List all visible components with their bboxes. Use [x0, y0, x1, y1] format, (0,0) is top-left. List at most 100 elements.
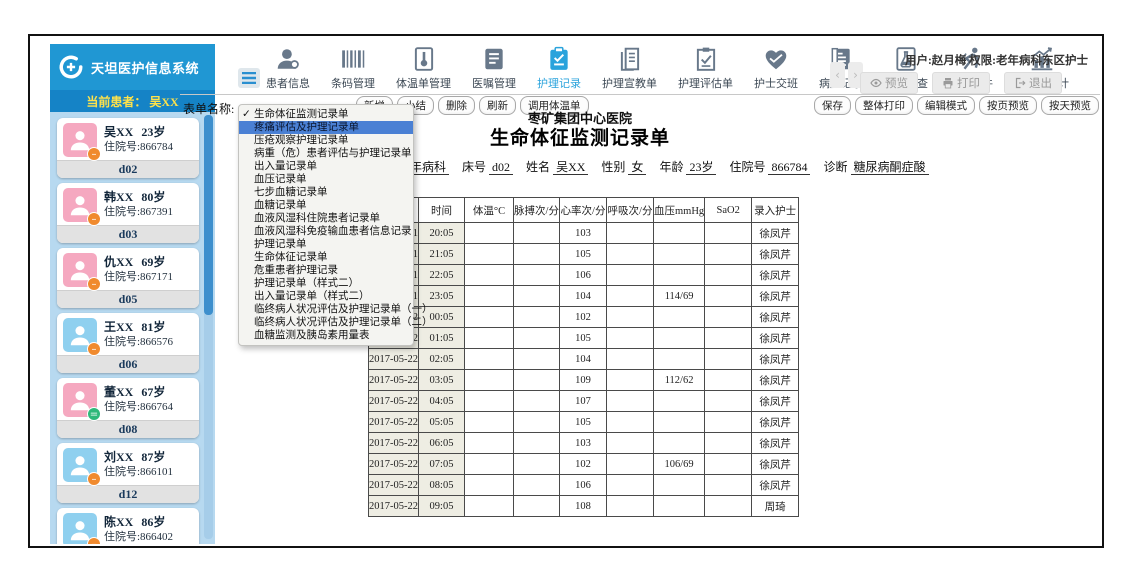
vital-signs-table: 日期时间体温°C脉搏次/分心率次/分呼吸次/分血压mmHgSaO2录入护士 20… [368, 197, 799, 517]
patient-card[interactable]: –韩XX80岁住院号:867391d03 [57, 183, 199, 243]
table-cell [607, 286, 654, 307]
form-menu-item[interactable]: ✓生命体征监测记录单 [239, 108, 413, 121]
thermometer-sheet-icon [411, 46, 437, 72]
table-cell [607, 433, 654, 454]
table-cell: 徐凤芹 [752, 286, 799, 307]
patient-field-label: 年龄 [659, 160, 683, 174]
patient-name: 仇XX [104, 255, 133, 269]
toolbar-item-label: 护理评估单 [678, 75, 733, 91]
table-row: 2017-05-2123:05104114/69徐凤芹 [369, 286, 799, 307]
form-menu-item[interactable]: 危重患者护理记录 [239, 264, 413, 277]
toolbar-item-patient-info[interactable]: 患者信息 [266, 46, 310, 91]
form-view-button[interactable]: 保存 [814, 96, 851, 115]
form-menu-item[interactable]: 生命体征记录单 [239, 251, 413, 264]
patient-list: –吴XX23岁住院号:866784d02–韩XX80岁住院号:867391d03… [50, 112, 215, 544]
toolbar-item-thermometer-sheet[interactable]: 体温单管理 [396, 46, 451, 91]
table-cell: 112/62 [654, 370, 705, 391]
table-cell [607, 349, 654, 370]
form-menu-item[interactable]: 疼痛评估及护理记录单 [239, 121, 413, 134]
toolbar-item-shift-handover[interactable]: 护士交班 [754, 46, 798, 91]
patient-card[interactable]: –吴XX23岁住院号:866784d02 [57, 118, 199, 178]
table-cell [654, 391, 705, 412]
table-cell [514, 223, 560, 244]
collapse-sidebar-button[interactable] [238, 68, 260, 88]
patient-card[interactable]: –陈XX86岁住院号:866402d15 [57, 508, 199, 544]
table-column-header: 时间 [419, 198, 465, 223]
table-cell: 02:05 [419, 349, 465, 370]
table-cell: 2017-05-22 [369, 454, 419, 475]
table-column-header: 心率次/分 [560, 198, 607, 223]
form-menu-item[interactable]: 血糖记录单 [239, 199, 413, 212]
form-menu-item[interactable]: 病重（危）患者评估与护理记录单 [239, 147, 413, 160]
toolbar-divider [180, 94, 1100, 95]
form-view-button[interactable]: 编辑模式 [917, 96, 975, 115]
patient-status-badge: – [87, 342, 101, 356]
form-view-button[interactable]: 按天预览 [1041, 96, 1099, 115]
patient-age: 81岁 [141, 320, 165, 334]
preview-button[interactable]: 预览 [860, 72, 918, 94]
patient-list-scrollbar[interactable] [204, 115, 213, 539]
table-cell [514, 433, 560, 454]
form-menu-item[interactable]: 护理记录单（样式二） [239, 277, 413, 290]
table-cell [654, 496, 705, 517]
logout-button[interactable]: 退出 [1004, 72, 1062, 94]
patient-status-badge: – [87, 537, 101, 544]
toolbar-item-nursing-record[interactable]: 护理记录 [537, 46, 581, 91]
table-cell [465, 454, 514, 475]
patient-field-value: 糖尿病酮症酸 [851, 160, 929, 175]
table-cell [705, 307, 752, 328]
patient-field: 性别 女 [601, 158, 646, 175]
prev-page-button[interactable]: ‹ [830, 62, 845, 88]
table-cell [607, 265, 654, 286]
table-cell [514, 454, 560, 475]
toolbar-item-orders-document[interactable]: 医嘱管理 [472, 46, 516, 91]
form-menu-item[interactable]: 临终病人状况评估及护理记录单（二） [239, 316, 413, 329]
table-cell [607, 370, 654, 391]
table-cell [514, 496, 560, 517]
form-view-button[interactable]: 整体打印 [855, 96, 913, 115]
patient-bed-number: d05 [57, 290, 199, 308]
toolbar-item-assessment-sheet[interactable]: 护理评估单 [678, 46, 733, 91]
patient-field: 床号 d02 [462, 158, 513, 175]
form-menu-item[interactable]: 血糖监测及胰岛素用量表 [239, 329, 413, 342]
patient-card[interactable]: =董XX67岁住院号:866764d08 [57, 378, 199, 438]
form-menu-item[interactable]: 临终病人状况评估及护理记录单（一） [239, 303, 413, 316]
table-cell: 105 [560, 412, 607, 433]
table-cell: 107 [560, 391, 607, 412]
patient-field-value: 23岁 [686, 160, 716, 175]
form-menu-item[interactable]: 血液风湿科免疫输血患者信息记录 [239, 225, 413, 238]
patient-card[interactable]: –刘XX87岁住院号:866101d12 [57, 443, 199, 503]
print-button[interactable]: 打印 [932, 72, 990, 94]
form-menu-item[interactable]: 护理记录单 [239, 238, 413, 251]
checkmark-icon: ✓ [242, 108, 251, 121]
form-menu-item[interactable]: 血压记录单 [239, 173, 413, 186]
table-cell: 104 [560, 286, 607, 307]
patient-admission-number: 住院号:867171 [104, 270, 173, 285]
table-row: 2017-05-2203:05109112/62徐凤芹 [369, 370, 799, 391]
form-menu-item[interactable]: 压疮观察护理记录单 [239, 134, 413, 147]
table-cell [607, 454, 654, 475]
patient-age: 69岁 [141, 255, 165, 269]
form-menu-item[interactable]: 出入量记录单 [239, 160, 413, 173]
toolbar-item-education-sheet[interactable]: 护理宣教单 [602, 46, 657, 91]
form-menu-item[interactable]: 血液风湿科住院患者记录单 [239, 212, 413, 225]
table-cell [607, 496, 654, 517]
form-menu-item[interactable]: 七步血糖记录单 [239, 186, 413, 199]
table-cell [465, 391, 514, 412]
patient-field: 住院号 866784 [729, 158, 810, 175]
table-cell: 06:05 [419, 433, 465, 454]
form-menu-item[interactable]: 出入量记录单（样式二） [239, 290, 413, 303]
table-cell: 103 [560, 433, 607, 454]
patient-field-value: 女 [628, 160, 646, 175]
table-row: 2017-05-2122:05106徐凤芹 [369, 265, 799, 286]
user-info: 用户:赵月梅 权限:老年病科东区护士 [905, 52, 1088, 68]
table-cell [465, 265, 514, 286]
patient-field-label: 诊断 [823, 160, 847, 174]
form-view-button[interactable]: 按页预览 [979, 96, 1037, 115]
patient-card[interactable]: –仇XX69岁住院号:867171d05 [57, 248, 199, 308]
patient-field: 姓名 吴XX [526, 158, 588, 175]
patient-card[interactable]: –王XX81岁住院号:866576d06 [57, 313, 199, 373]
table-cell: 01:05 [419, 328, 465, 349]
toolbar-item-label: 条码管理 [331, 75, 375, 91]
toolbar-item-barcode[interactable]: 条码管理 [331, 46, 375, 91]
